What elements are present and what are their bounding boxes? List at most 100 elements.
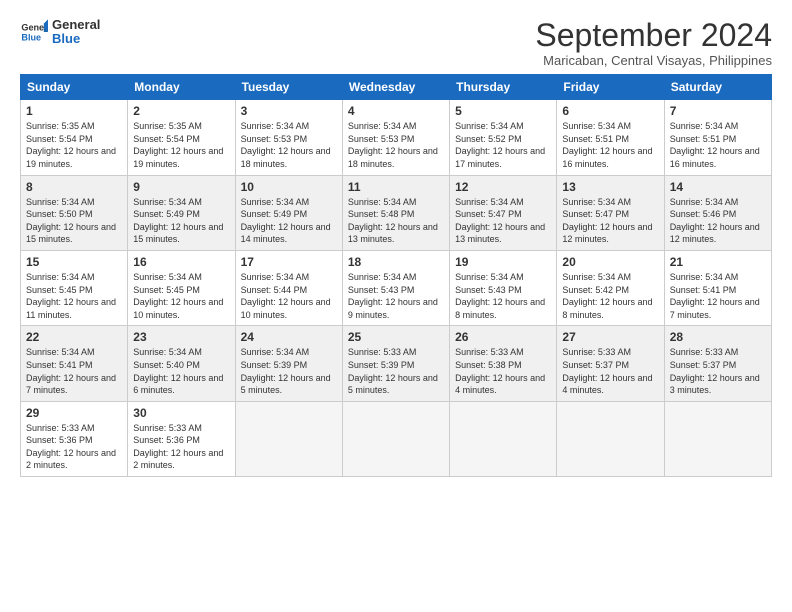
month-title: September 2024 xyxy=(535,18,772,53)
day-info: Sunrise: 5:34 AMSunset: 5:53 PMDaylight:… xyxy=(241,120,337,170)
day-info: Sunrise: 5:34 AMSunset: 5:43 PMDaylight:… xyxy=(348,271,444,321)
day-number: 1 xyxy=(26,104,122,118)
day-info: Sunrise: 5:34 AMSunset: 5:46 PMDaylight:… xyxy=(670,196,766,246)
day-number: 23 xyxy=(133,330,229,344)
calendar-cell: 19 Sunrise: 5:34 AMSunset: 5:43 PMDaylig… xyxy=(450,250,557,325)
day-number: 6 xyxy=(562,104,658,118)
day-number: 22 xyxy=(26,330,122,344)
day-number: 30 xyxy=(133,406,229,420)
calendar-cell: 12 Sunrise: 5:34 AMSunset: 5:47 PMDaylig… xyxy=(450,175,557,250)
calendar-table: SundayMondayTuesdayWednesdayThursdayFrid… xyxy=(20,74,772,477)
calendar-cell: 11 Sunrise: 5:34 AMSunset: 5:48 PMDaylig… xyxy=(342,175,449,250)
day-info: Sunrise: 5:33 AMSunset: 5:37 PMDaylight:… xyxy=(562,346,658,396)
day-info: Sunrise: 5:33 AMSunset: 5:36 PMDaylight:… xyxy=(133,422,229,472)
day-number: 25 xyxy=(348,330,444,344)
day-number: 18 xyxy=(348,255,444,269)
calendar-cell: 10 Sunrise: 5:34 AMSunset: 5:49 PMDaylig… xyxy=(235,175,342,250)
day-info: Sunrise: 5:34 AMSunset: 5:39 PMDaylight:… xyxy=(241,346,337,396)
day-info: Sunrise: 5:34 AMSunset: 5:48 PMDaylight:… xyxy=(348,196,444,246)
calendar-week-2: 8 Sunrise: 5:34 AMSunset: 5:50 PMDayligh… xyxy=(21,175,772,250)
day-number: 24 xyxy=(241,330,337,344)
day-info: Sunrise: 5:34 AMSunset: 5:41 PMDaylight:… xyxy=(26,346,122,396)
day-info: Sunrise: 5:34 AMSunset: 5:45 PMDaylight:… xyxy=(26,271,122,321)
day-number: 10 xyxy=(241,180,337,194)
calendar-week-4: 22 Sunrise: 5:34 AMSunset: 5:41 PMDaylig… xyxy=(21,326,772,401)
day-number: 29 xyxy=(26,406,122,420)
calendar-header-tuesday: Tuesday xyxy=(235,75,342,100)
calendar-cell xyxy=(664,401,771,476)
calendar-cell: 14 Sunrise: 5:34 AMSunset: 5:46 PMDaylig… xyxy=(664,175,771,250)
calendar-cell: 5 Sunrise: 5:34 AMSunset: 5:52 PMDayligh… xyxy=(450,100,557,175)
day-info: Sunrise: 5:34 AMSunset: 5:53 PMDaylight:… xyxy=(348,120,444,170)
day-number: 19 xyxy=(455,255,551,269)
calendar-header-friday: Friday xyxy=(557,75,664,100)
calendar-cell: 16 Sunrise: 5:34 AMSunset: 5:45 PMDaylig… xyxy=(128,250,235,325)
calendar-header-monday: Monday xyxy=(128,75,235,100)
svg-text:Blue: Blue xyxy=(21,33,41,43)
logo-line1: General xyxy=(52,18,100,32)
day-number: 13 xyxy=(562,180,658,194)
calendar-cell: 7 Sunrise: 5:34 AMSunset: 5:51 PMDayligh… xyxy=(664,100,771,175)
day-number: 28 xyxy=(670,330,766,344)
page: General Blue General Blue September 2024… xyxy=(0,0,792,612)
day-info: Sunrise: 5:33 AMSunset: 5:38 PMDaylight:… xyxy=(455,346,551,396)
calendar-cell: 21 Sunrise: 5:34 AMSunset: 5:41 PMDaylig… xyxy=(664,250,771,325)
calendar-header-sunday: Sunday xyxy=(21,75,128,100)
day-number: 5 xyxy=(455,104,551,118)
day-number: 2 xyxy=(133,104,229,118)
day-number: 12 xyxy=(455,180,551,194)
calendar-cell: 4 Sunrise: 5:34 AMSunset: 5:53 PMDayligh… xyxy=(342,100,449,175)
day-info: Sunrise: 5:34 AMSunset: 5:45 PMDaylight:… xyxy=(133,271,229,321)
day-info: Sunrise: 5:33 AMSunset: 5:39 PMDaylight:… xyxy=(348,346,444,396)
calendar-cell: 23 Sunrise: 5:34 AMSunset: 5:40 PMDaylig… xyxy=(128,326,235,401)
calendar-cell: 29 Sunrise: 5:33 AMSunset: 5:36 PMDaylig… xyxy=(21,401,128,476)
calendar-cell: 9 Sunrise: 5:34 AMSunset: 5:49 PMDayligh… xyxy=(128,175,235,250)
calendar-cell: 25 Sunrise: 5:33 AMSunset: 5:39 PMDaylig… xyxy=(342,326,449,401)
day-number: 14 xyxy=(670,180,766,194)
calendar-cell: 15 Sunrise: 5:34 AMSunset: 5:45 PMDaylig… xyxy=(21,250,128,325)
calendar-cell: 22 Sunrise: 5:34 AMSunset: 5:41 PMDaylig… xyxy=(21,326,128,401)
day-number: 8 xyxy=(26,180,122,194)
day-number: 21 xyxy=(670,255,766,269)
day-info: Sunrise: 5:34 AMSunset: 5:41 PMDaylight:… xyxy=(670,271,766,321)
day-number: 11 xyxy=(348,180,444,194)
day-number: 20 xyxy=(562,255,658,269)
day-info: Sunrise: 5:33 AMSunset: 5:37 PMDaylight:… xyxy=(670,346,766,396)
day-number: 9 xyxy=(133,180,229,194)
calendar-week-1: 1 Sunrise: 5:35 AMSunset: 5:54 PMDayligh… xyxy=(21,100,772,175)
calendar-header-saturday: Saturday xyxy=(664,75,771,100)
day-info: Sunrise: 5:35 AMSunset: 5:54 PMDaylight:… xyxy=(26,120,122,170)
calendar-cell: 2 Sunrise: 5:35 AMSunset: 5:54 PMDayligh… xyxy=(128,100,235,175)
day-info: Sunrise: 5:34 AMSunset: 5:51 PMDaylight:… xyxy=(562,120,658,170)
logo-icon: General Blue xyxy=(20,18,48,46)
day-number: 7 xyxy=(670,104,766,118)
day-number: 17 xyxy=(241,255,337,269)
logo: General Blue General Blue xyxy=(20,18,100,47)
calendar-cell: 1 Sunrise: 5:35 AMSunset: 5:54 PMDayligh… xyxy=(21,100,128,175)
day-info: Sunrise: 5:34 AMSunset: 5:42 PMDaylight:… xyxy=(562,271,658,321)
day-info: Sunrise: 5:34 AMSunset: 5:44 PMDaylight:… xyxy=(241,271,337,321)
calendar-header-row: SundayMondayTuesdayWednesdayThursdayFrid… xyxy=(21,75,772,100)
day-info: Sunrise: 5:34 AMSunset: 5:43 PMDaylight:… xyxy=(455,271,551,321)
calendar-cell xyxy=(557,401,664,476)
day-number: 27 xyxy=(562,330,658,344)
day-info: Sunrise: 5:34 AMSunset: 5:47 PMDaylight:… xyxy=(455,196,551,246)
calendar-cell xyxy=(235,401,342,476)
calendar-cell: 6 Sunrise: 5:34 AMSunset: 5:51 PMDayligh… xyxy=(557,100,664,175)
day-number: 15 xyxy=(26,255,122,269)
day-info: Sunrise: 5:34 AMSunset: 5:49 PMDaylight:… xyxy=(133,196,229,246)
day-info: Sunrise: 5:33 AMSunset: 5:36 PMDaylight:… xyxy=(26,422,122,472)
calendar-cell: 27 Sunrise: 5:33 AMSunset: 5:37 PMDaylig… xyxy=(557,326,664,401)
day-info: Sunrise: 5:35 AMSunset: 5:54 PMDaylight:… xyxy=(133,120,229,170)
calendar-cell: 24 Sunrise: 5:34 AMSunset: 5:39 PMDaylig… xyxy=(235,326,342,401)
calendar-cell: 17 Sunrise: 5:34 AMSunset: 5:44 PMDaylig… xyxy=(235,250,342,325)
calendar-cell xyxy=(450,401,557,476)
calendar-cell: 20 Sunrise: 5:34 AMSunset: 5:42 PMDaylig… xyxy=(557,250,664,325)
logo-line2: Blue xyxy=(52,32,100,46)
day-info: Sunrise: 5:34 AMSunset: 5:40 PMDaylight:… xyxy=(133,346,229,396)
title-block: September 2024 Maricaban, Central Visaya… xyxy=(535,18,772,68)
location: Maricaban, Central Visayas, Philippines xyxy=(535,53,772,68)
calendar-header-wednesday: Wednesday xyxy=(342,75,449,100)
calendar-cell: 18 Sunrise: 5:34 AMSunset: 5:43 PMDaylig… xyxy=(342,250,449,325)
calendar-cell: 13 Sunrise: 5:34 AMSunset: 5:47 PMDaylig… xyxy=(557,175,664,250)
